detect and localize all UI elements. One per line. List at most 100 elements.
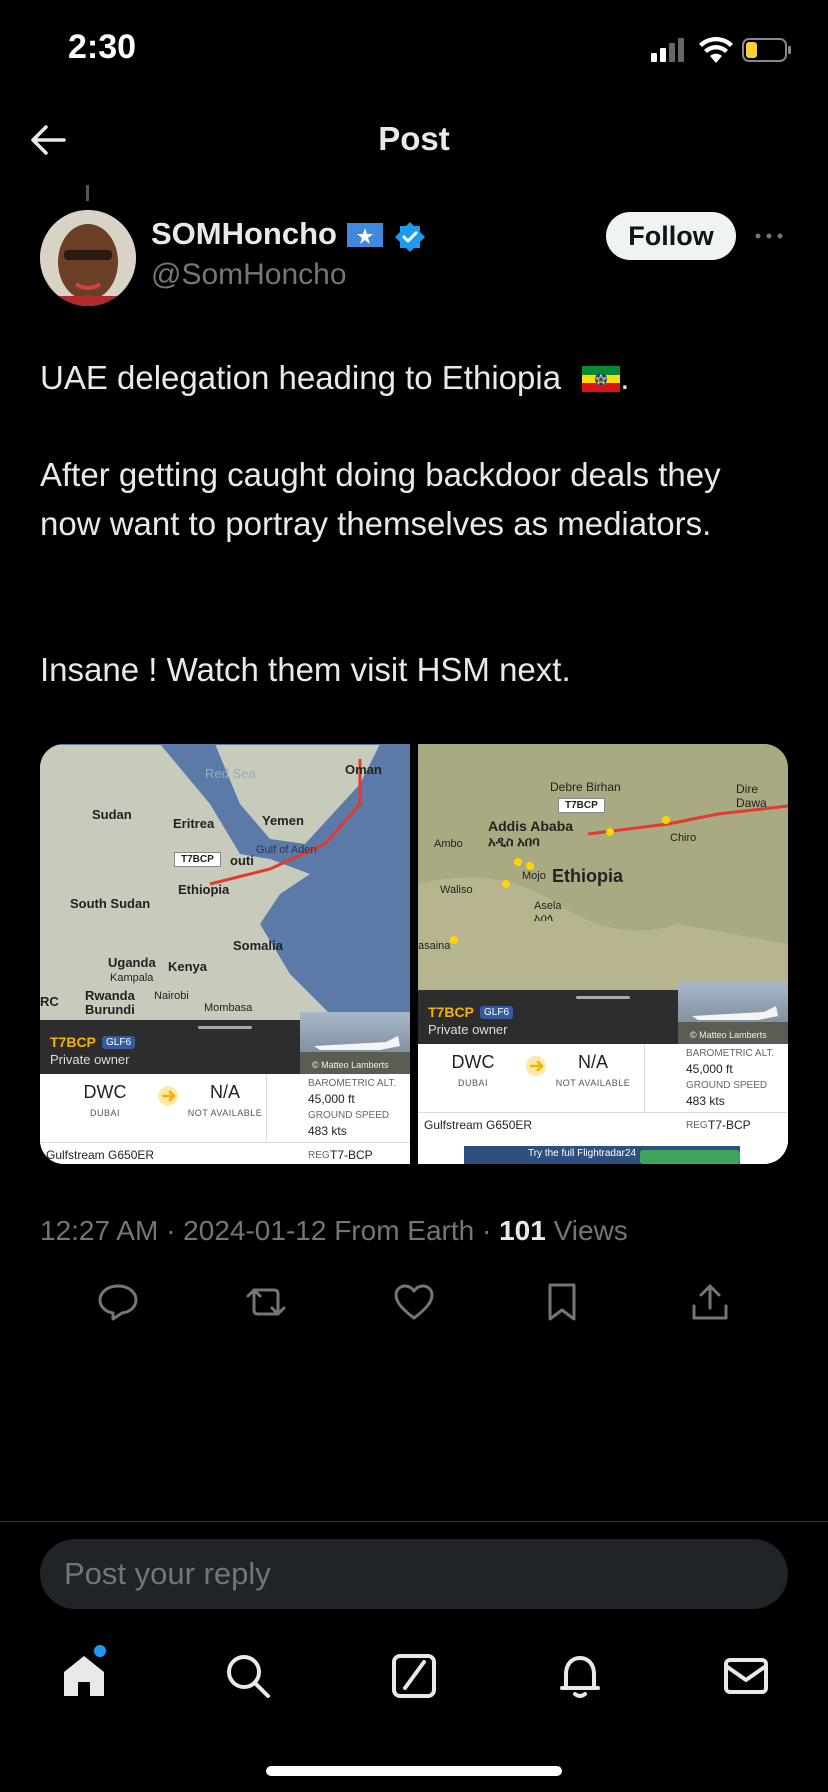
card-divider-right	[418, 1112, 788, 1113]
map-label-asaina: asaina	[418, 940, 451, 952]
card-divider	[40, 1142, 410, 1143]
map-label-somalia: Somalia	[233, 938, 283, 953]
map-label-mojo: Mojo	[522, 870, 546, 882]
flight-info-card-right: T7BCP GLF6 Private owner © Matteo Lamber…	[418, 982, 788, 1164]
follow-button[interactable]: Follow	[606, 212, 736, 260]
like-icon[interactable]	[392, 1282, 436, 1322]
thread-connector	[86, 185, 89, 201]
verified-badge-icon	[395, 222, 425, 252]
bookmark-icon[interactable]	[540, 1282, 584, 1322]
map-label-sudan: Sudan	[92, 807, 132, 822]
ground-speed-value: 483 kts	[308, 1124, 347, 1138]
origin-airport-code-right: DWC	[451, 1052, 495, 1072]
map-label-kenya: Kenya	[168, 959, 208, 974]
post-text-line1-text: UAE delegation heading to Ethiopia	[40, 359, 562, 396]
map-label-kampala: Kampala	[110, 972, 154, 984]
registration-label-right: REG	[686, 1120, 708, 1131]
map-label-addis-ababa: Addis Ababa	[488, 818, 574, 834]
drag-handle	[198, 1026, 252, 1029]
map-label-mombasa: Mombasa	[204, 1002, 253, 1014]
map-label-ethiopia-right: Ethiopia	[552, 866, 623, 886]
status-time: 2:30	[68, 28, 137, 66]
ethiopia-flag-icon	[582, 366, 621, 392]
avatar[interactable]	[40, 210, 136, 306]
messages-icon[interactable]	[722, 1652, 770, 1700]
ground-speed-label: GROUND SPEED	[308, 1110, 390, 1121]
map-label-chiro: Chiro	[670, 832, 697, 844]
origin-airport-code: DWC	[83, 1082, 127, 1102]
flight-callsign: T7BCP	[50, 1034, 96, 1050]
views-count: 101	[499, 1215, 546, 1246]
registration-label: REG	[308, 1150, 330, 1161]
ground-speed-value-right: 483 kts	[686, 1094, 725, 1108]
user-handle[interactable]: @SomHoncho	[151, 258, 347, 292]
photo-credit-right: © Matteo Lamberts	[690, 1030, 767, 1040]
map-label-waliso: Waliso	[440, 884, 473, 896]
promo-text: Try the full Flightradar24	[528, 1148, 637, 1159]
wifi-icon	[699, 36, 733, 63]
somalia-flag-icon	[347, 223, 383, 247]
battery-icon	[742, 38, 791, 62]
destination-airport-code-right: N/A	[577, 1052, 608, 1072]
ground-speed-label-right: GROUND SPEED	[686, 1080, 768, 1091]
map-label-rc: RC	[40, 994, 59, 1009]
grok-icon[interactable]	[390, 1652, 438, 1700]
display-name[interactable]: SOMHoncho	[151, 216, 337, 252]
avatar-photo	[40, 210, 136, 306]
map-label-south-sudan: South Sudan	[70, 896, 151, 911]
home-indicator[interactable]	[266, 1766, 562, 1776]
map-label-nairobi: Nairobi	[154, 990, 189, 1002]
repost-icon[interactable]	[244, 1282, 288, 1322]
post-text-line1: UAE delegation heading to Ethiopia .	[40, 353, 760, 402]
promo-banner: Try the full Flightradar24	[464, 1146, 740, 1164]
altitude-label: BAROMETRIC ALT.	[308, 1078, 397, 1089]
flight-map-image-2[interactable]: Debre Birhan T7BCP Dire Dawa Addis Ababa…	[418, 744, 788, 1164]
map-label-ethiopia: Ethiopia	[178, 882, 230, 897]
card-vertical-divider-right	[644, 1044, 645, 1112]
home-notification-dot	[94, 1645, 106, 1657]
notifications-icon[interactable]	[556, 1652, 604, 1700]
map-label-oman: Oman	[345, 762, 382, 777]
aircraft-photo: © Matteo Lamberts	[300, 1012, 410, 1074]
post-media: Red Sea Oman Sudan Eritrea Yemen Gulf of…	[40, 744, 788, 1164]
aircraft-model: Gulfstream G650ER	[46, 1148, 155, 1162]
photo-credit: © Matteo Lamberts	[312, 1060, 389, 1070]
aircraft-type-badge-right: GLF6	[480, 1006, 514, 1019]
map-label-debre-birhan: Debre Birhan	[550, 780, 621, 794]
aircraft-photo-right: © Matteo Lamberts	[678, 982, 788, 1044]
map-label-red-sea: Red Sea	[205, 766, 256, 781]
map-label-uganda: Uganda	[108, 955, 156, 970]
altitude-label-right: BAROMETRIC ALT.	[686, 1048, 775, 1059]
aircraft-type-badge: GLF6	[102, 1036, 136, 1049]
origin-city: DUBAI	[89, 1108, 120, 1118]
home-icon[interactable]	[60, 1652, 108, 1700]
post-timestamp: 12:27 AM · 2024-01-12 From Earth ·	[40, 1215, 500, 1246]
registration-value: T7-BCP	[330, 1148, 373, 1162]
drag-handle-right	[576, 996, 630, 999]
aircraft-model-right: Gulfstream G650ER	[424, 1118, 533, 1132]
flight-map-image-1[interactable]: Red Sea Oman Sudan Eritrea Yemen Gulf of…	[40, 744, 410, 1164]
map-label-ambo: Ambo	[434, 838, 463, 850]
altitude-value: 45,000 ft	[308, 1092, 355, 1106]
card-vertical-divider	[266, 1074, 267, 1142]
map-label-addis-ababa-amharic: አዲስ አበባ	[488, 834, 540, 849]
aircraft-owner-right: Private owner	[428, 1022, 508, 1037]
reply-divider	[0, 1521, 828, 1522]
destination-city-right: NOT AVAILABLE	[555, 1078, 631, 1088]
aircraft-tag-right: T7BCP	[558, 798, 605, 813]
search-icon[interactable]	[224, 1652, 272, 1700]
altitude-value-right: 45,000 ft	[686, 1062, 733, 1076]
flight-callsign-right: T7BCP	[428, 1004, 474, 1020]
share-icon[interactable]	[688, 1282, 732, 1322]
reply-icon[interactable]	[96, 1282, 140, 1322]
origin-city-right: DUBAI	[457, 1078, 488, 1088]
map-label-yemen: Yemen	[262, 813, 304, 828]
promo-button[interactable]	[640, 1150, 740, 1164]
more-options-icon[interactable]	[754, 216, 784, 256]
destination-airport-code: N/A	[209, 1082, 240, 1102]
post-text-line2: After getting caught doing backdoor deal…	[40, 456, 721, 542]
reply-input[interactable]	[40, 1539, 788, 1609]
destination-city: NOT AVAILABLE	[187, 1108, 263, 1118]
map-label-rwanda: Rwanda	[85, 988, 135, 1003]
signal-icon	[651, 38, 684, 62]
